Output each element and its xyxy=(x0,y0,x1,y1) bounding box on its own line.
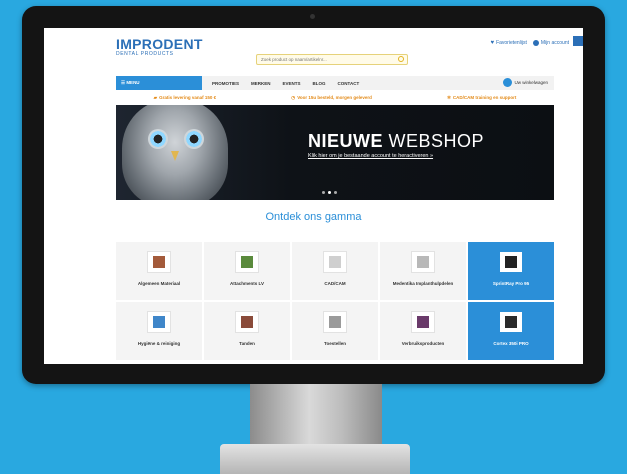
nav-item-contact[interactable]: CONTACT xyxy=(338,81,360,86)
carousel-dots xyxy=(322,191,337,194)
category-label: SprintRay Pro 95 xyxy=(492,281,530,286)
user-icon xyxy=(532,40,539,46)
banner-title-light: WEBSHOP xyxy=(388,131,485,151)
favorites-link[interactable]: ♥ Favorietenlijst xyxy=(491,40,527,46)
account-label: Mijn account xyxy=(540,40,569,46)
owl-eye xyxy=(148,129,168,149)
category-image xyxy=(147,311,171,333)
category-label: Cortex 350i PRO xyxy=(493,341,529,346)
top-links: ♥ Favorietenlijst Mijn account xyxy=(491,40,569,46)
menu-label: MENU xyxy=(126,80,140,85)
category-tile[interactable]: Attachments LV xyxy=(204,242,290,300)
language-button[interactable] xyxy=(573,36,583,46)
clock-icon: ◷ xyxy=(291,94,296,100)
favorites-label: Favorietenlijst xyxy=(496,40,527,46)
product-icon xyxy=(505,256,517,268)
usp-item: ▰ Gratis levering vanaf 150 € xyxy=(154,95,217,101)
banner-link[interactable]: Klik hier om je bestaande account te her… xyxy=(308,153,433,159)
product-icon xyxy=(329,256,341,268)
usp-text: Gratis levering vanaf 150 € xyxy=(159,95,217,100)
category-image xyxy=(323,311,347,333)
category-label: Verbruiksproducten xyxy=(401,341,445,346)
usp-text: Voor 15u besteld, morgen geleverd xyxy=(297,95,372,100)
owl-eye xyxy=(184,129,204,149)
category-label: Toestellen xyxy=(324,341,346,346)
category-grid: Algemeen Materiaal Attachments LV CAD/CAM M… xyxy=(116,242,554,360)
product-icon xyxy=(417,256,429,268)
category-tile[interactable]: Algemeen Materiaal xyxy=(116,242,202,300)
category-tile[interactable]: CAD/CAM xyxy=(292,242,378,300)
category-tile[interactable]: Toestellen xyxy=(292,302,378,360)
cart-icon xyxy=(503,78,513,87)
owl-image xyxy=(122,105,228,200)
gear-icon: ✲ xyxy=(447,94,451,100)
usp-strip: ▰ Gratis levering vanaf 150 € ◷ Voor 15u… xyxy=(116,93,554,102)
hamburger-icon: ☰ xyxy=(121,80,126,85)
category-tile[interactable]: Medentika Implanthulpdelen xyxy=(380,242,466,300)
site-header: IMPRODENT DENTAL PRODUCTS Zoek product o… xyxy=(44,28,583,74)
nav-item-promoties[interactable]: PROMOTIES xyxy=(212,81,239,86)
category-tile[interactable]: SprintRay Pro 95 xyxy=(468,242,554,300)
product-icon xyxy=(505,316,517,328)
cart-label: Uw winkelwagen xyxy=(514,80,548,85)
category-image xyxy=(147,251,171,273)
category-image xyxy=(411,251,435,273)
nav-item-merken[interactable]: MERKEN xyxy=(251,81,271,86)
category-image xyxy=(499,311,523,333)
product-icon xyxy=(241,256,253,268)
truck-icon: ▰ xyxy=(153,94,158,100)
product-icon xyxy=(329,316,341,328)
hero-banner[interactable]: NIEUWE WEBSHOP Klik hier om je bestaande… xyxy=(116,105,554,200)
logo-wordmark: IMPRODENT xyxy=(116,36,203,52)
carousel-dot[interactable] xyxy=(334,191,337,194)
banner-title-bold: NIEUWE xyxy=(308,131,383,151)
category-tile[interactable]: Cortex 350i PRO xyxy=(468,302,554,360)
category-image xyxy=(411,311,435,333)
search-input[interactable]: Zoek product op naam/artikelnr... xyxy=(256,54,408,65)
monitor-base xyxy=(220,444,410,474)
category-tile[interactable]: Hygiëne & reiniging xyxy=(116,302,202,360)
nav-item-blog[interactable]: BLOG xyxy=(313,81,326,86)
nav-items: PROMOTIES MERKEN EVENTS BLOG CONTACT xyxy=(212,76,359,90)
heart-icon: ♥ xyxy=(490,40,495,46)
product-icon xyxy=(153,256,165,268)
category-image xyxy=(323,251,347,273)
usp-item: ◷ Voor 15u besteld, morgen geleverd xyxy=(291,95,372,101)
monitor-frame: IMPRODENT DENTAL PRODUCTS Zoek product o… xyxy=(22,6,605,384)
menu-button[interactable]: ☰ MENU xyxy=(116,76,202,90)
product-icon xyxy=(153,316,165,328)
cart-button[interactable]: Uw winkelwagen xyxy=(503,78,548,87)
product-icon xyxy=(241,316,253,328)
usp-item: ✲ CAD/CAM training en support xyxy=(447,95,516,101)
main-nav: ☰ MENU PROMOTIES MERKEN EVENTS BLOG CONT… xyxy=(116,76,554,90)
webcam xyxy=(310,14,315,19)
section-title: Ontdek ons gamma xyxy=(265,211,362,223)
category-label: Tanden xyxy=(239,341,255,346)
carousel-dot[interactable] xyxy=(322,191,325,194)
browser-screen: IMPRODENT DENTAL PRODUCTS Zoek product o… xyxy=(44,28,583,364)
owl-beak xyxy=(171,151,179,161)
category-image xyxy=(499,251,523,273)
category-label: Algemeen Materiaal xyxy=(137,281,181,286)
category-label: Attachments LV xyxy=(230,281,264,286)
search-icon[interactable] xyxy=(398,56,404,62)
category-image xyxy=(235,251,259,273)
banner-title: NIEUWE WEBSHOP xyxy=(308,131,484,152)
site-logo[interactable]: IMPRODENT DENTAL PRODUCTS xyxy=(116,36,203,57)
usp-text: CAD/CAM training en support xyxy=(452,95,517,100)
category-tile[interactable]: Tanden xyxy=(204,302,290,360)
category-image xyxy=(235,311,259,333)
carousel-dot-active[interactable] xyxy=(328,191,331,194)
account-link[interactable]: Mijn account xyxy=(532,40,569,46)
category-label: Medentika Implanthulpdelen xyxy=(392,281,454,286)
product-icon xyxy=(417,316,429,328)
category-label: Hygiëne & reiniging xyxy=(137,341,181,346)
search-placeholder: Zoek product op naam/artikelnr... xyxy=(261,57,327,62)
monitor-neck xyxy=(250,384,382,444)
category-label: CAD/CAM xyxy=(324,281,346,286)
nav-item-events[interactable]: EVENTS xyxy=(283,81,301,86)
category-tile[interactable]: Verbruiksproducten xyxy=(380,302,466,360)
